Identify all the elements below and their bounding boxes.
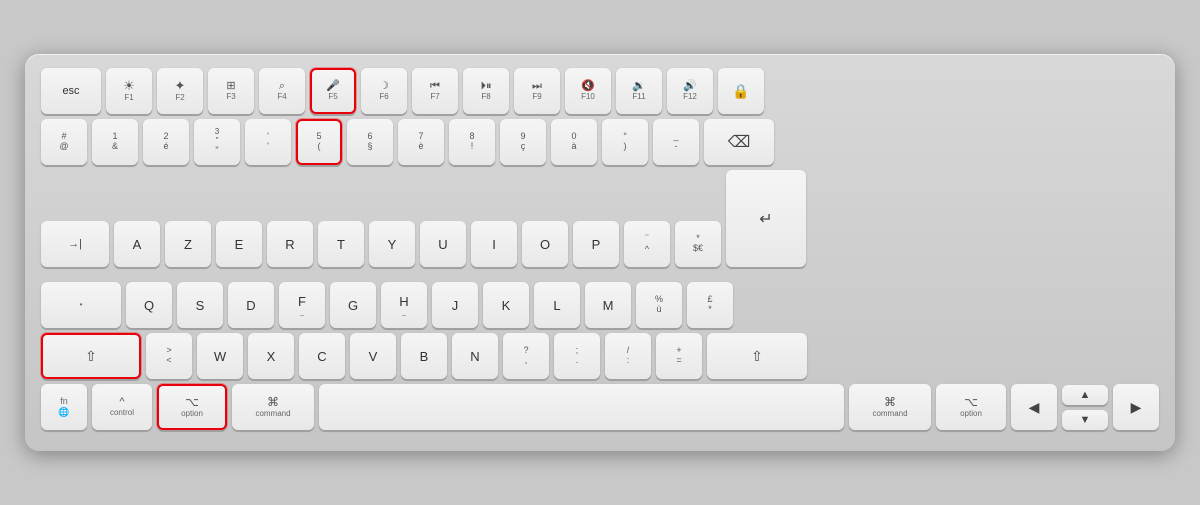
question-key[interactable]: ? , [503,333,549,379]
enter-key[interactable]: ↵ [726,170,806,267]
3-key[interactable]: 3" " [194,119,240,165]
arrow-right-key[interactable]: ▶ [1113,384,1159,430]
t-key[interactable]: T [318,221,364,267]
slash-key[interactable]: / : [605,333,651,379]
j-key[interactable]: J [432,282,478,328]
wxcvbn-row: ⇧ > < W X C V B N ? , ; . [41,333,1159,379]
l-key[interactable]: L [534,282,580,328]
command-left-key[interactable]: ⌘ command [232,384,314,430]
f10-key[interactable]: 🔇 F10 [565,68,611,114]
shift-right-key[interactable]: ⇧ [707,333,807,379]
caps-key[interactable]: • [41,282,121,328]
at-hash-key[interactable]: # @ [41,119,87,165]
r-key[interactable]: R [267,221,313,267]
c-key[interactable]: C [299,333,345,379]
k-key[interactable]: K [483,282,529,328]
f12-key[interactable]: 🔊 F12 [667,68,713,114]
arrow-up-key[interactable]: ▲ [1062,385,1108,405]
6-key[interactable]: 6 § [347,119,393,165]
i-key[interactable]: I [471,221,517,267]
spacebar-key[interactable] [319,384,844,430]
tab-key[interactable]: →| [41,221,109,267]
pound-key[interactable]: £ * [687,282,733,328]
4-key[interactable]: ' ' [245,119,291,165]
v-key[interactable]: V [350,333,396,379]
5-key[interactable]: 5 ( [296,119,342,165]
8-key[interactable]: 8 ! [449,119,495,165]
s-key[interactable]: S [177,282,223,328]
9-key[interactable]: 9 ç [500,119,546,165]
q-key[interactable]: Q [126,282,172,328]
f6-key[interactable]: ☽ F6 [361,68,407,114]
h-key[interactable]: H _ [381,282,427,328]
function-row: esc ☀ F1 ✦ F2 ⊞ F3 ⌕ F4 🎤 F5 ☽ F6 ⏮ F7 [41,68,1159,114]
arrow-left-key[interactable]: ◀ [1011,384,1057,430]
z-key[interactable]: Z [165,221,211,267]
b-key[interactable]: B [401,333,447,379]
number-row: # @ 1 & 2 é 3" " ' ' 5 ( 6 § 7 è [41,119,1159,165]
n-key[interactable]: N [452,333,498,379]
degree-key[interactable]: ° ) [602,119,648,165]
keyboard: esc ☀ F1 ✦ F2 ⊞ F3 ⌕ F4 🎤 F5 ☽ F6 ⏮ F7 [25,54,1175,451]
d-key[interactable]: D [228,282,274,328]
7-key[interactable]: 7 è [398,119,444,165]
dollar-key[interactable]: * $€ [675,221,721,267]
f3-key[interactable]: ⊞ F3 [208,68,254,114]
x-key[interactable]: X [248,333,294,379]
delete-key[interactable]: ⌫ [704,119,774,165]
o-key[interactable]: O [522,221,568,267]
g-key[interactable]: G [330,282,376,328]
minus-key[interactable]: _ - [653,119,699,165]
f-key[interactable]: F _ [279,282,325,328]
bottom-row: fn 🌐 ^ control ⌥ option ⌘ command ⌘ comm… [41,384,1159,430]
f5-key[interactable]: 🎤 F5 [310,68,356,114]
f4-key[interactable]: ⌕ F4 [259,68,305,114]
option-right-key[interactable]: ⌥ option [936,384,1006,430]
1-key[interactable]: 1 & [92,119,138,165]
m-key[interactable]: M [585,282,631,328]
f8-key[interactable]: ⏵⏸ F8 [463,68,509,114]
shift-left-key[interactable]: ⇧ [41,333,141,379]
a-key[interactable]: A [114,221,160,267]
u-key[interactable]: U [420,221,466,267]
f2-key[interactable]: ✦ F2 [157,68,203,114]
f7-key[interactable]: ⏮ F7 [412,68,458,114]
y-key[interactable]: Y [369,221,415,267]
arrow-keys: ◀ ▲ ▼ ▶ [1011,384,1159,430]
f11-key[interactable]: 🔉 F11 [616,68,662,114]
angle-bracket-key[interactable]: > < [146,333,192,379]
w-key[interactable]: W [197,333,243,379]
f9-key[interactable]: ⏭ F9 [514,68,560,114]
plus-key[interactable]: + = [656,333,702,379]
p-key[interactable]: P [573,221,619,267]
esc-key[interactable]: esc [41,68,101,114]
0-key[interactable]: 0 à [551,119,597,165]
diaeresis-key[interactable]: ¨ ^ [624,221,670,267]
fn-key[interactable]: fn 🌐 [41,384,87,430]
arrow-down-key[interactable]: ▼ [1062,410,1108,430]
option-left-key[interactable]: ⌥ option [157,384,227,430]
f1-key[interactable]: ☀ F1 [106,68,152,114]
control-key[interactable]: ^ control [92,384,152,430]
2-key[interactable]: 2 é [143,119,189,165]
command-right-key[interactable]: ⌘ command [849,384,931,430]
percent-key[interactable]: % ù [636,282,682,328]
lock-key[interactable]: 🔒 [718,68,764,114]
arrow-updown-group: ▲ ▼ [1062,385,1108,430]
e-key[interactable]: E [216,221,262,267]
period-key[interactable]: ; . [554,333,600,379]
